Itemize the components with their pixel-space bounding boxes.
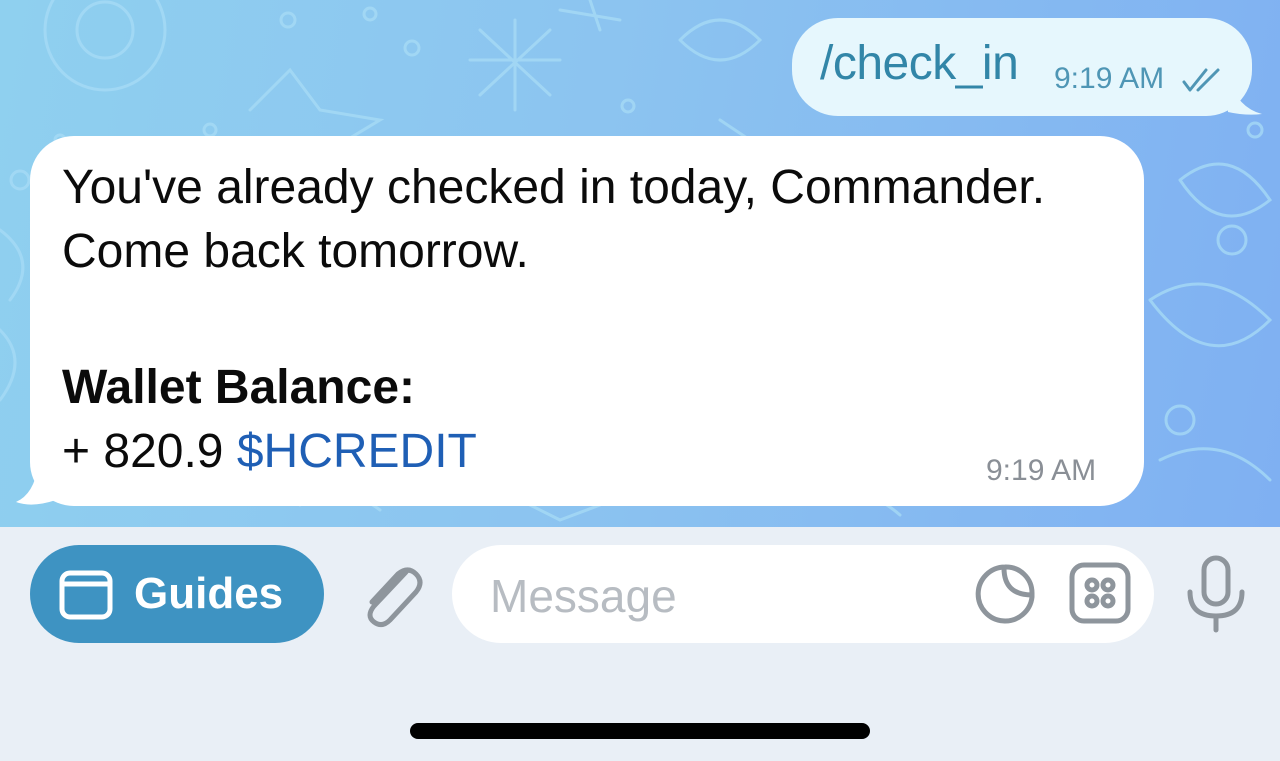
guides-button[interactable]: Guides (30, 545, 324, 643)
currency-link[interactable]: $HCREDIT (237, 425, 477, 478)
apps-icon[interactable] (1068, 561, 1132, 625)
outgoing-bubble-tail (1228, 78, 1262, 115)
attach-icon[interactable] (354, 558, 424, 630)
message-placeholder: Message (490, 570, 677, 622)
microphone-icon[interactable] (1180, 554, 1252, 634)
outgoing-message-text: /check_in (820, 37, 1019, 90)
message-line-1: You've already checked in today, Command… (62, 161, 1046, 214)
home-indicator (410, 723, 870, 739)
incoming-message-time: 9:19 AM (986, 454, 1097, 487)
message-line-2: Come back tomorrow. (62, 225, 529, 278)
message-input-field[interactable]: Message (452, 545, 1154, 643)
wallet-balance-label: Wallet Balance: (62, 361, 415, 414)
guides-button-label: Guides (134, 569, 284, 618)
chat-background: /check_in 9:19 AM You've already checked… (0, 0, 1280, 527)
web-app-icon (59, 570, 113, 620)
incoming-bubble-tail (16, 466, 56, 505)
sticker-icon[interactable] (974, 563, 1036, 625)
message-spacer (62, 284, 1132, 356)
outgoing-message-time: 9:19 AM (1054, 62, 1165, 95)
wallet-balance-row: + 820.9 $HCREDIT (62, 420, 1132, 484)
wallet-balance-amount: + 820.9 (62, 425, 224, 478)
double-check-icon (1182, 68, 1220, 92)
incoming-message-text: You've already checked in today, Command… (62, 156, 1132, 484)
